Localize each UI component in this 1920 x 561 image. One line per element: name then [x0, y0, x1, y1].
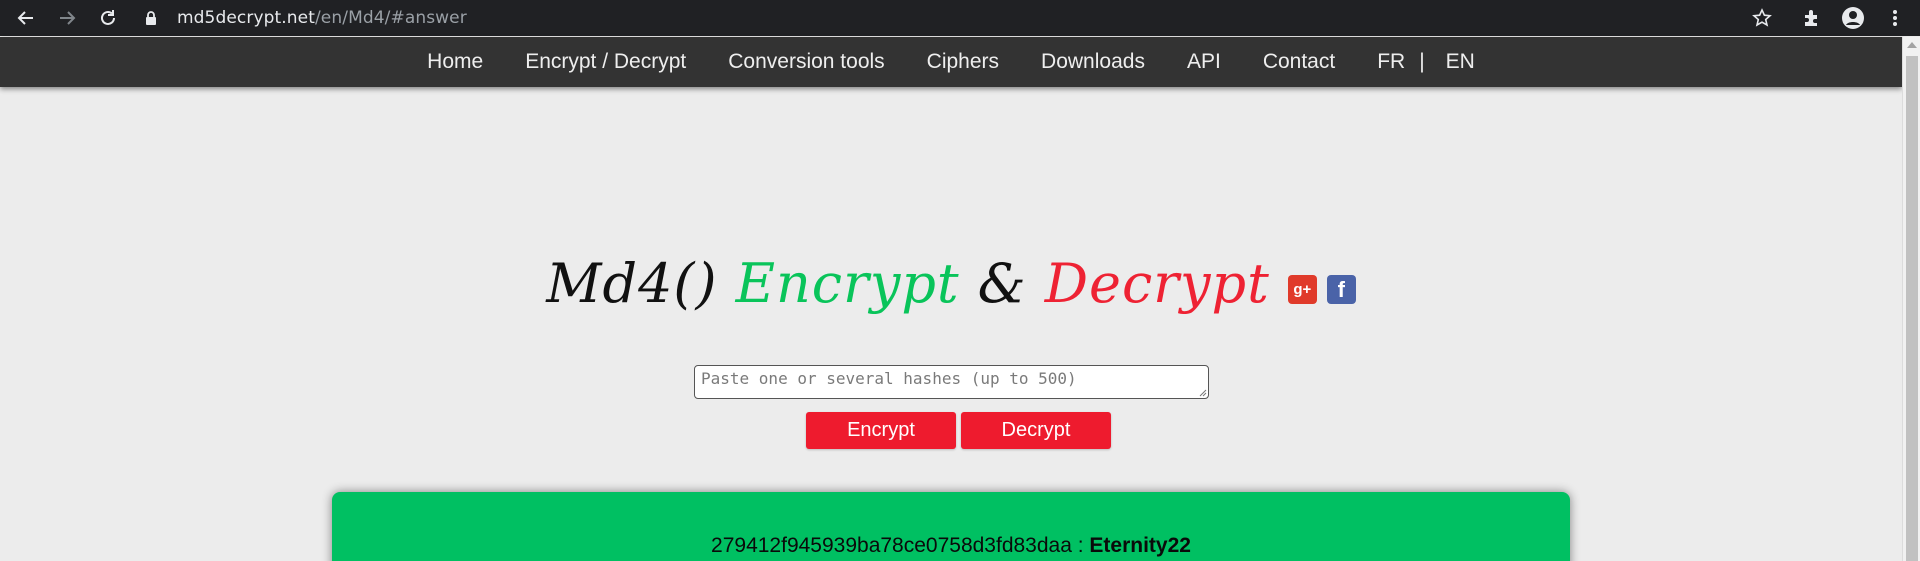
back-icon[interactable]: [11, 3, 41, 33]
title-ampersand: &: [977, 252, 1027, 315]
nav-lang-en[interactable]: EN: [1446, 50, 1475, 74]
site-nav: Home Encrypt / Decrypt Conversion tools …: [0, 37, 1902, 87]
result-line: 279412f945939ba78ce0758d3fd83daa : Etern…: [332, 534, 1570, 558]
nav-lang-fr[interactable]: FR: [1377, 50, 1405, 74]
extensions-icon[interactable]: [1797, 3, 1827, 33]
scrollbar[interactable]: [1902, 37, 1920, 561]
forward-icon[interactable]: [52, 3, 82, 33]
encrypt-button[interactable]: Encrypt: [806, 412, 956, 449]
title-decrypt: Decrypt: [1044, 252, 1270, 315]
profile-icon[interactable]: [1838, 3, 1868, 33]
scrollbar-thumb[interactable]: [1906, 56, 1918, 561]
page-title: Md4() Encrypt & Decrypt g+ f: [0, 252, 1902, 315]
nav-home[interactable]: Home: [427, 50, 483, 74]
url-host: md5decrypt.net: [177, 8, 315, 28]
result-plaintext: Eternity22: [1089, 534, 1191, 557]
nav-downloads[interactable]: Downloads: [1041, 50, 1145, 74]
address-bar[interactable]: md5decrypt.net/en/Md4/#answer: [177, 8, 467, 28]
title-encrypt: Encrypt: [735, 252, 960, 315]
result-hash: 279412f945939ba78ce0758d3fd83daa: [711, 534, 1072, 557]
hash-input[interactable]: [694, 365, 1209, 399]
menu-icon[interactable]: [1880, 3, 1910, 33]
result-panel: 279412f945939ba78ce0758d3fd83daa : Etern…: [332, 492, 1570, 561]
star-icon[interactable]: [1747, 3, 1777, 33]
facebook-icon[interactable]: f: [1326, 275, 1356, 304]
browser-toolbar: md5decrypt.net/en/Md4/#answer: [0, 0, 1920, 36]
nav-contact[interactable]: Contact: [1263, 50, 1335, 74]
result-separator: :: [1071, 534, 1090, 557]
reload-icon[interactable]: [93, 3, 123, 33]
nav-conversion-tools[interactable]: Conversion tools: [728, 50, 884, 74]
nav-separator: |: [1419, 50, 1425, 73]
lock-icon: [143, 3, 159, 33]
google-plus-icon[interactable]: g+: [1287, 275, 1317, 304]
nav-encrypt-decrypt[interactable]: Encrypt / Decrypt: [525, 50, 686, 74]
nav-ciphers[interactable]: Ciphers: [927, 50, 999, 74]
social-links: g+ f: [1287, 275, 1356, 304]
url-path: /en/Md4/#answer: [314, 8, 467, 28]
decrypt-button[interactable]: Decrypt: [961, 412, 1111, 449]
title-md4: Md4(): [546, 252, 718, 315]
scroll-up-arrow-icon[interactable]: [1907, 42, 1917, 48]
nav-api[interactable]: API: [1187, 50, 1221, 74]
